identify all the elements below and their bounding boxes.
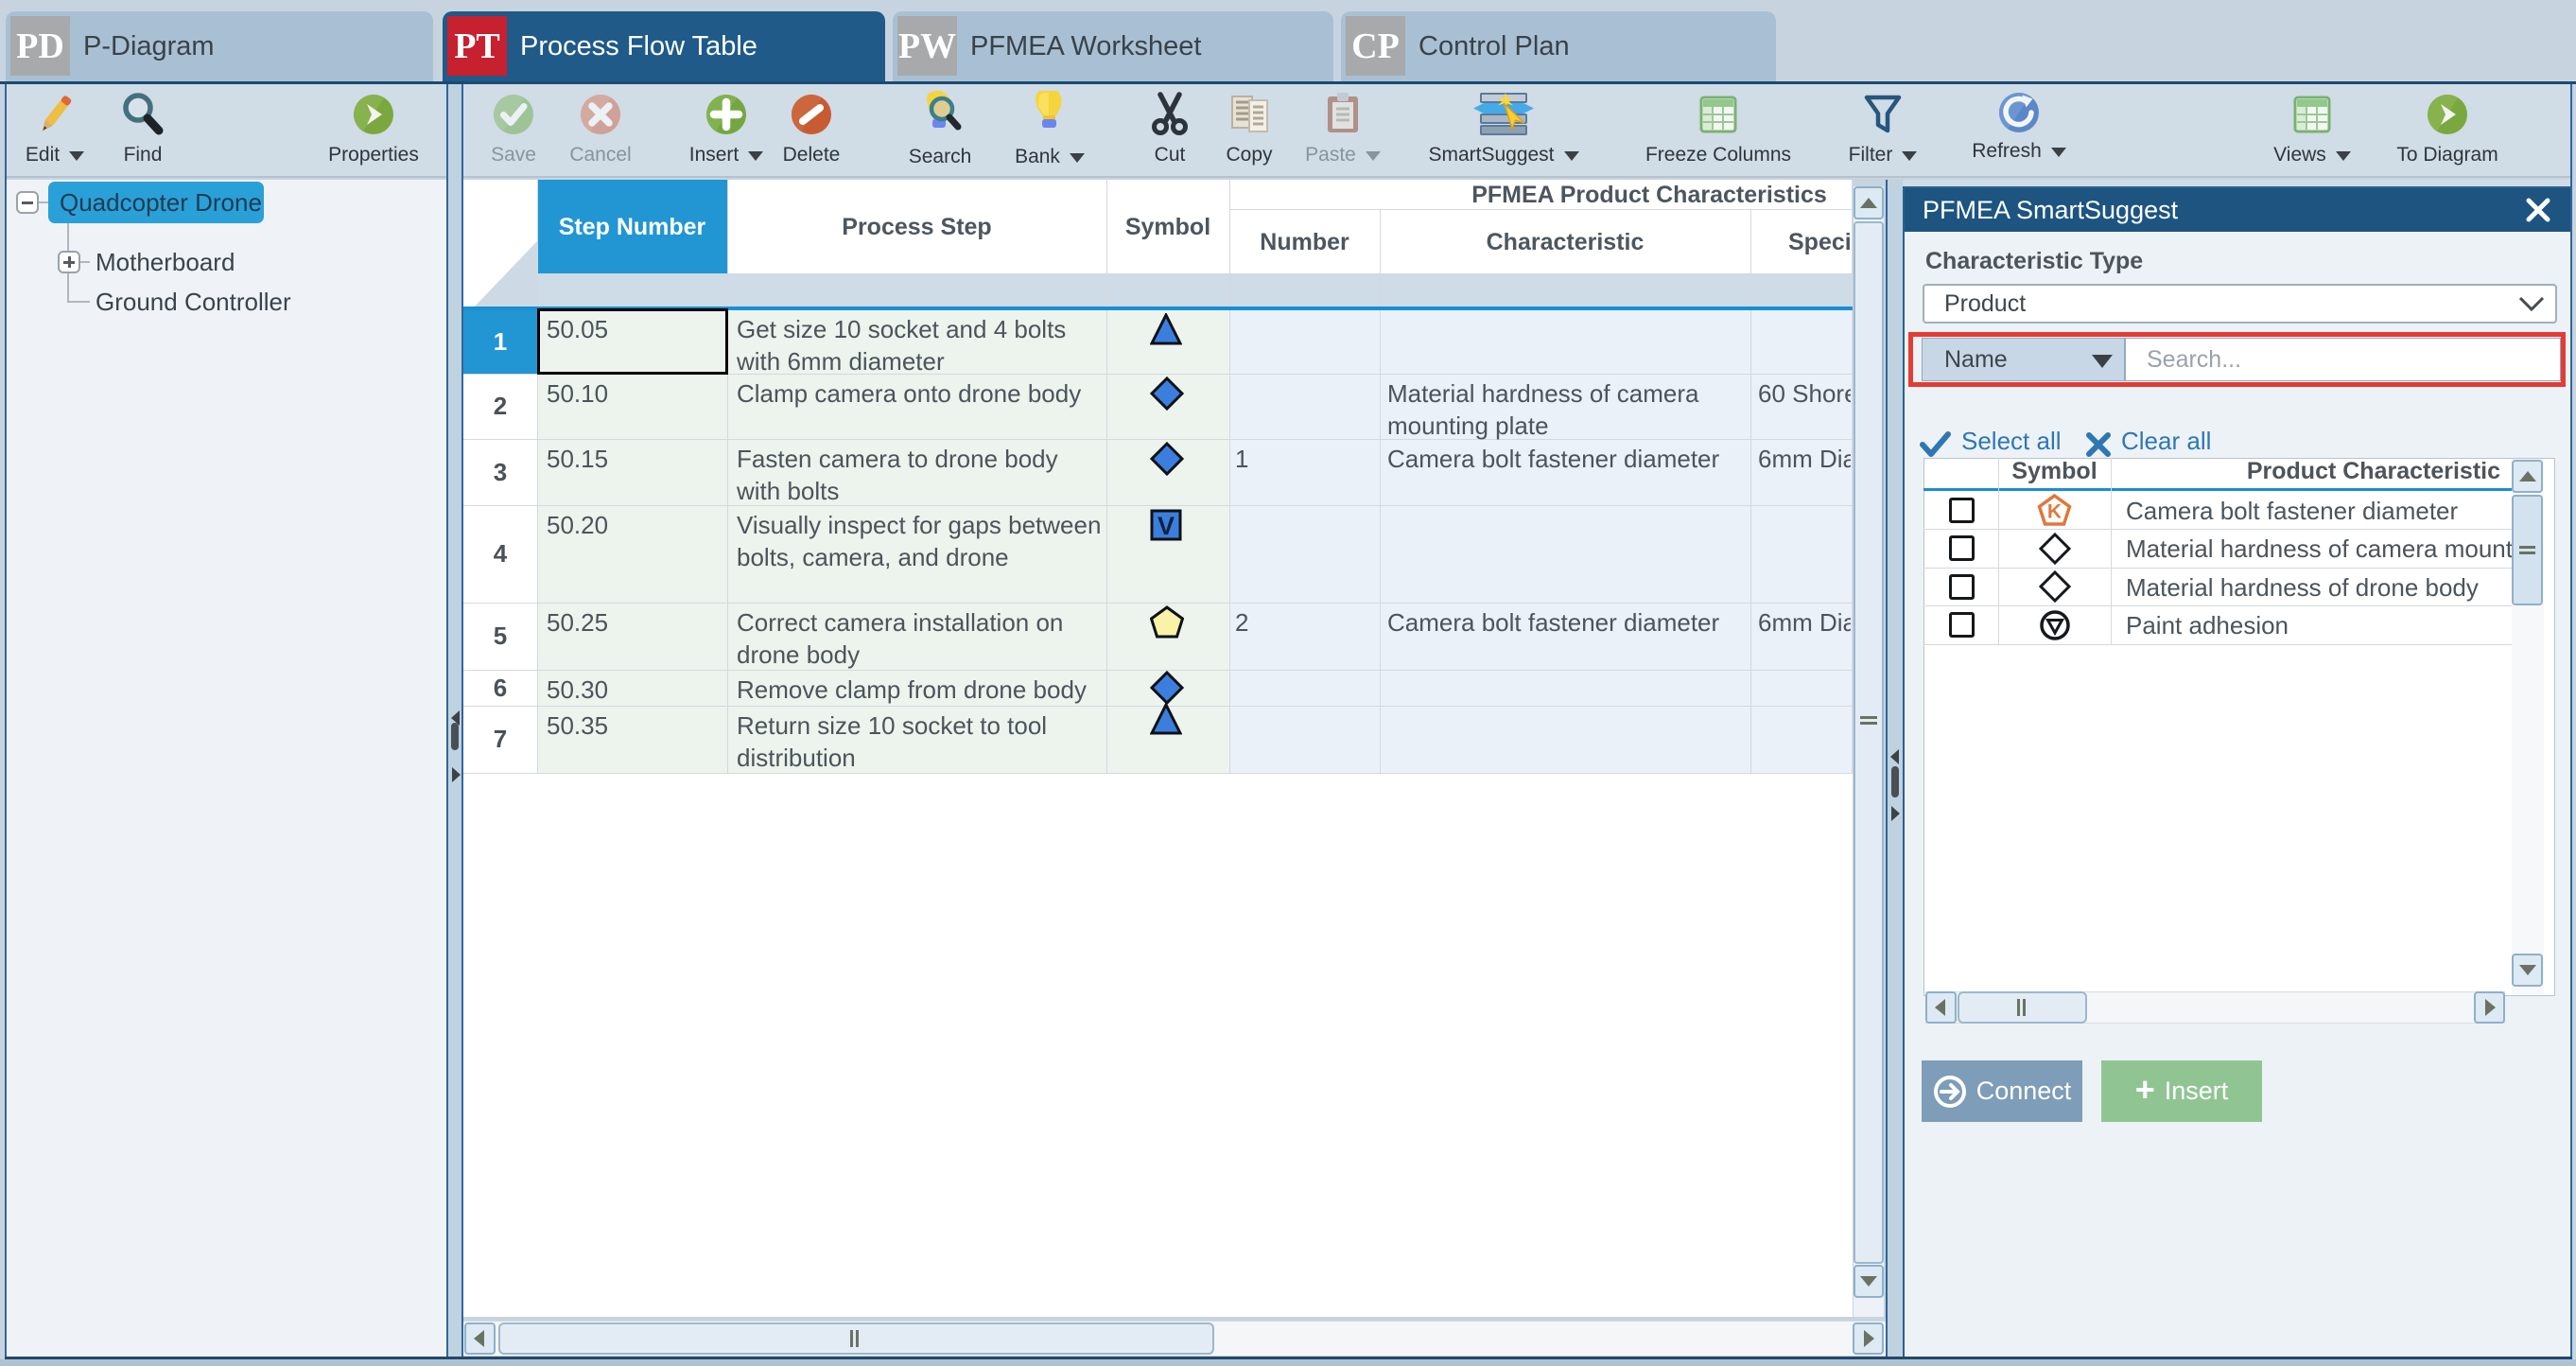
svg-text:K: K — [2047, 501, 2062, 523]
svg-text:V: V — [1157, 512, 1175, 540]
